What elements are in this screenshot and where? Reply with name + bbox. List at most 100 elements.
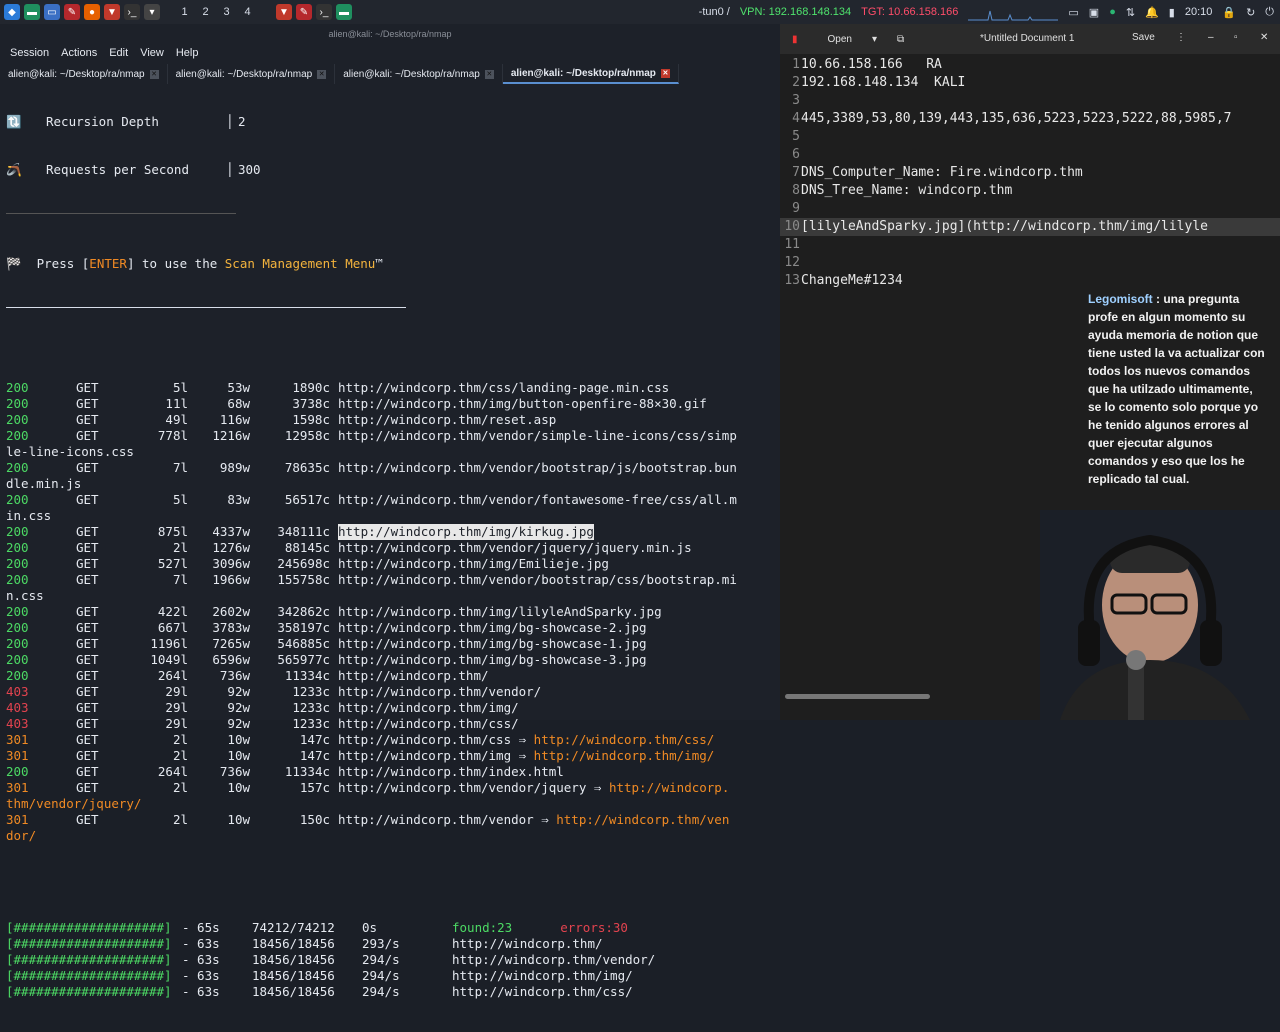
lock-icon[interactable]: 🔒	[1222, 6, 1236, 19]
open-dropdown-icon[interactable]: ▾	[862, 31, 887, 48]
editor-line[interactable]: 5	[780, 128, 1280, 146]
result-url[interactable]: http://windcorp.thm/index.html	[338, 764, 776, 780]
editor-line[interactable]: 2192.168.148.134 KALI	[780, 74, 1280, 92]
minimize-icon[interactable]: –	[1208, 32, 1214, 43]
status-code: 200	[6, 396, 29, 411]
result-url[interactable]: http://windcorp.thm/vendor ⇒	[338, 812, 556, 828]
result-url[interactable]: http://windcorp.thm/img/bg-showcase-2.jp…	[338, 620, 776, 636]
config-row: 🪃 Requests per Second │ 300	[6, 162, 261, 177]
char-count: 12958c	[284, 428, 330, 443]
redirect-url[interactable]: http://windcorp.thm/img/	[534, 748, 715, 764]
close-icon[interactable]: ✕	[1260, 32, 1268, 43]
power-icon[interactable]: ⏻	[1265, 6, 1274, 19]
result-url[interactable]: http://windcorp.thm/img/bg-showcase-3.jp…	[338, 652, 776, 668]
result-url[interactable]: http://windcorp.thm/vendor/jquery/jquery…	[338, 540, 776, 556]
close-tab-icon[interactable]: ✕	[484, 69, 494, 79]
redirect-url[interactable]: http://windcorp.	[609, 780, 729, 796]
menu-icon[interactable]: ⋮	[1176, 32, 1186, 43]
result-url[interactable]: http://windcorp.thm/img/button-openfire-…	[338, 396, 776, 412]
editor-line[interactable]: 7DNS_Computer_Name: Fire.windcorp.thm	[780, 164, 1280, 182]
editor-line[interactable]: 8DNS_Tree_Name: windcorp.thm	[780, 182, 1280, 200]
result-url[interactable]: http://windcorp.thm/css/	[338, 716, 776, 732]
firefox-icon[interactable]: ●	[84, 4, 100, 20]
network-icon[interactable]: ⇅	[1126, 6, 1135, 19]
menu-view[interactable]: View	[140, 47, 164, 59]
terminal-output[interactable]: 🔃 Recursion Depth │ 2 🪃 Requests per Sec…	[6, 82, 776, 1032]
result-url[interactable]: http://windcorp.thm/css ⇒	[338, 732, 534, 748]
editor-line[interactable]: 11	[780, 236, 1280, 254]
result-url[interactable]: http://windcorp.thm/reset.asp	[338, 412, 776, 428]
editor-line[interactable]: 12	[780, 254, 1280, 272]
folder-icon[interactable]: ▭	[44, 4, 60, 20]
terminal-icon[interactable]: ›_	[124, 4, 140, 20]
terminal-tab-3[interactable]: alien@kali: ~/Desktop/ra/nmap ✕	[335, 64, 503, 84]
char-count: 565977c	[277, 652, 330, 667]
terminal-window-icon[interactable]: ›_	[316, 4, 332, 20]
editor-line[interactable]: 3	[780, 92, 1280, 110]
result-url[interactable]: http://windcorp.thm/	[338, 668, 776, 684]
workspace-3[interactable]: 3	[216, 6, 237, 18]
redirect-url[interactable]: http://windcorp.thm/ven	[556, 812, 729, 828]
editor-text-area[interactable]: 110.66.158.166 RA 2192.168.148.134 KALI 3 4…	[780, 56, 1280, 290]
brave-icon[interactable]: ▼	[104, 4, 120, 20]
menu-edit[interactable]: Edit	[109, 47, 128, 59]
status-code: 200	[6, 540, 29, 555]
redirect-url[interactable]: http://windcorp.thm/css/	[534, 732, 715, 748]
vpn-status-icon[interactable]: ●	[1109, 6, 1116, 18]
result-url[interactable]: http://windcorp.thm/img/	[338, 700, 776, 716]
desktop-icon[interactable]: ▬	[24, 4, 40, 20]
horizontal-scrollbar[interactable]	[785, 694, 930, 699]
status-code: 200	[6, 428, 29, 443]
open-button[interactable]: Open	[818, 31, 862, 48]
refresh-icon[interactable]: ↻	[1246, 6, 1255, 19]
workspace-2[interactable]: 2	[195, 6, 216, 18]
editor-line[interactable]: 9	[780, 200, 1280, 218]
workspace-4[interactable]: 4	[237, 6, 258, 18]
terminal-tab-2[interactable]: alien@kali: ~/Desktop/ra/nmap ✕	[168, 64, 336, 84]
editor-line[interactable]: 10[lilyleAndSparky.jpg](http://windcorp.…	[780, 218, 1280, 236]
kali-menu-icon[interactable]: ◆	[4, 4, 20, 20]
editor-window-icon[interactable]: ✎	[296, 4, 312, 20]
config-value: 2	[238, 114, 246, 129]
editor-line[interactable]: 6	[780, 146, 1280, 164]
drive-icon[interactable]: ▣	[1089, 6, 1099, 19]
save-button[interactable]: Save	[1132, 32, 1155, 43]
result-url[interactable]: http://windcorp.thm/img/lilyleAndSparky.…	[338, 604, 776, 620]
result-url[interactable]: http://windcorp.thm/img/Emilieje.jpg	[338, 556, 776, 572]
char-count: 157c	[299, 780, 330, 795]
brave-window-icon[interactable]: ▼	[276, 4, 292, 20]
result-row: 200 GET 7l 989w 78635c http://windcorp.thm/ve…	[6, 460, 776, 476]
workspace-1[interactable]: 1	[174, 6, 195, 18]
battery-icon[interactable]: ▮	[1169, 6, 1175, 19]
result-url[interactable]: http://windcorp.thm/vendor/	[338, 684, 776, 700]
result-url[interactable]: http://windcorp.thm/css/landing-page.min…	[338, 380, 776, 396]
result-url[interactable]: http://windcorp.thm/vendor/fontawesome-f…	[338, 492, 776, 508]
editor-line[interactable]: 4445,3389,53,80,139,443,135,636,5223,522…	[780, 110, 1280, 128]
menu-session[interactable]: Session	[10, 47, 49, 59]
result-url[interactable]: http://windcorp.thm/vendor/jquery ⇒	[338, 780, 609, 796]
char-count: 147c	[299, 748, 330, 763]
terminal-tab-1[interactable]: alien@kali: ~/Desktop/ra/nmap ✕	[0, 64, 168, 84]
bell-icon[interactable]: 🔔	[1145, 6, 1159, 19]
menu-actions[interactable]: Actions	[61, 47, 97, 59]
result-url[interactable]: http://windcorp.thm/img ⇒	[338, 748, 534, 764]
new-tab-icon[interactable]: ⧉	[887, 31, 914, 48]
editor-icon[interactable]: ✎	[64, 4, 80, 20]
screen-icon[interactable]: ▭	[1068, 6, 1078, 19]
divider	[6, 304, 406, 308]
terminal-tab-4[interactable]: alien@kali: ~/Desktop/ra/nmap ✕	[502, 64, 679, 84]
close-tab-icon[interactable]: ✕	[149, 69, 159, 79]
maximize-icon[interactable]: ▫	[1234, 32, 1238, 43]
result-url[interactable]: http://windcorp.thm/img/kirkug.jpg	[338, 524, 594, 540]
line-count: 49l	[165, 412, 188, 427]
result-url[interactable]: http://windcorp.thm/vendor/bootstrap/css…	[338, 572, 776, 588]
green-window-icon[interactable]: ▬	[336, 4, 352, 20]
close-tab-icon[interactable]: ✕	[317, 69, 327, 79]
result-url[interactable]: http://windcorp.thm/img/bg-showcase-1.jp…	[338, 636, 776, 652]
dropdown-icon[interactable]: ▾	[144, 4, 160, 20]
result-url[interactable]: http://windcorp.thm/vendor/bootstrap/js/…	[338, 460, 776, 476]
editor-line[interactable]: 110.66.158.166 RA	[780, 56, 1280, 74]
menu-help[interactable]: Help	[176, 47, 199, 59]
close-tab-icon[interactable]: ✕	[660, 68, 670, 78]
result-url[interactable]: http://windcorp.thm/vendor/simple-line-i…	[338, 428, 776, 444]
